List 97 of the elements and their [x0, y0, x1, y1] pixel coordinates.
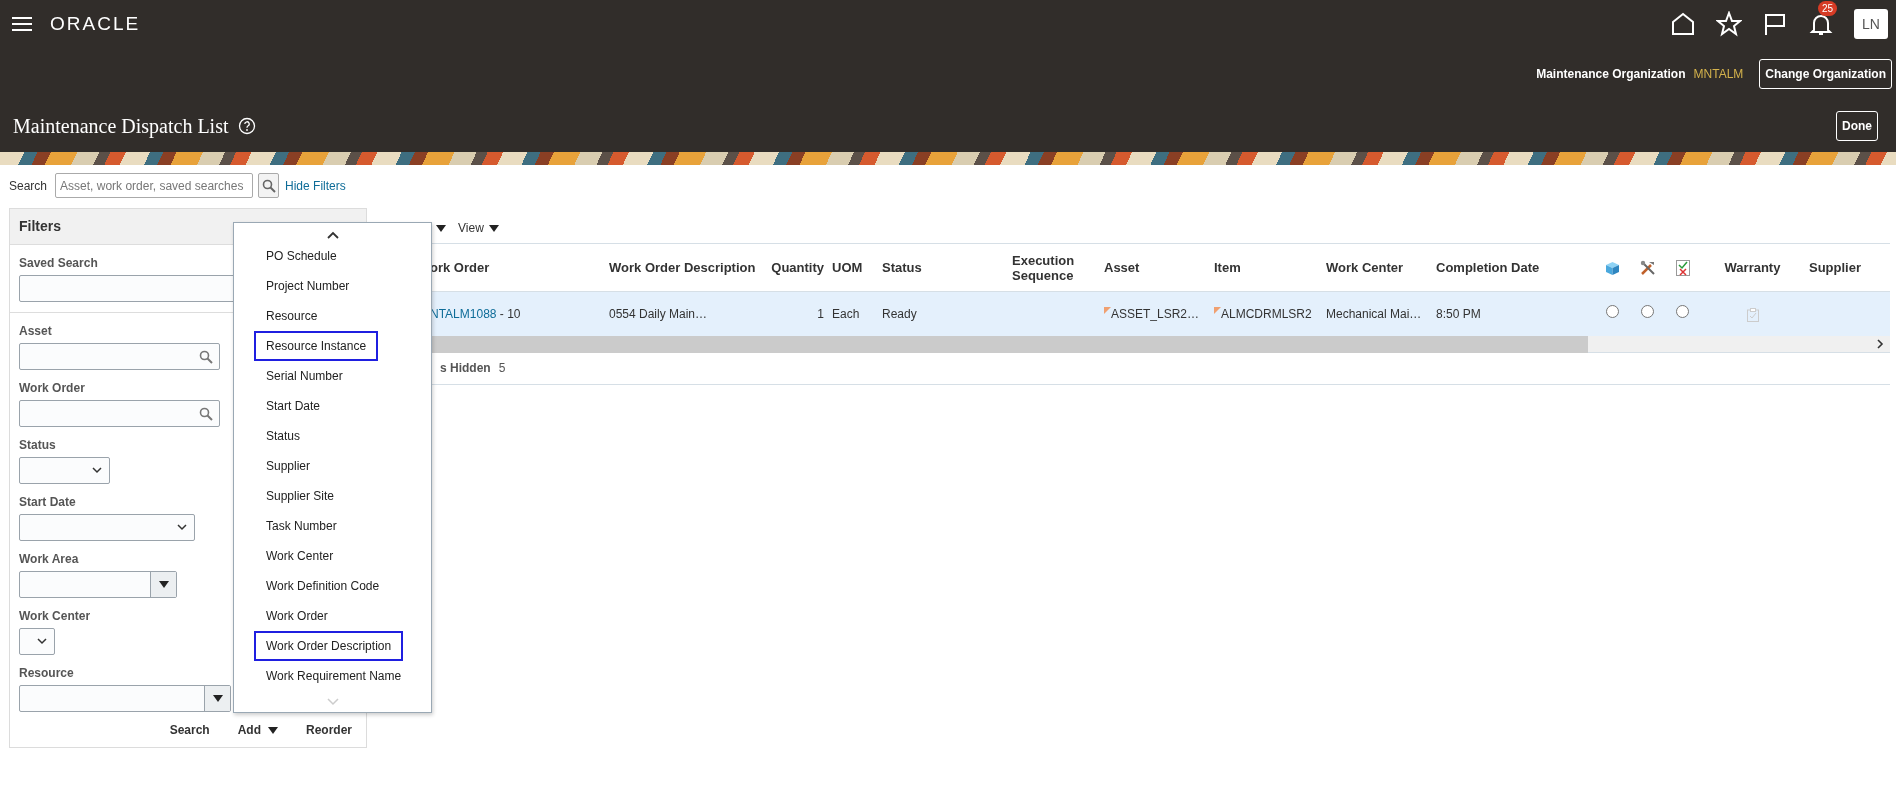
table-cell: ASSET_LSR2… — [1111, 306, 1200, 321]
cube-icon — [1605, 260, 1620, 276]
menu-item[interactable]: Work Center — [254, 541, 346, 571]
lookup-field[interactable] — [19, 400, 220, 427]
chevron-right-icon[interactable] — [1877, 338, 1884, 349]
table-cell: Ready — [882, 306, 917, 321]
column-header[interactable]: Work Order Description — [609, 260, 756, 275]
columns-hidden-count: 5 — [498, 360, 506, 377]
search-icon[interactable] — [199, 349, 213, 364]
lookup-field[interactable] — [19, 343, 220, 370]
menu-item[interactable]: Task Number — [254, 511, 349, 541]
organization-label: Maintenance Organization — [1536, 66, 1686, 83]
column-header[interactable]: Status — [882, 260, 922, 275]
search-button[interactable] — [258, 173, 280, 198]
column-header[interactable]: Asset — [1104, 260, 1140, 275]
table-row[interactable]: NTALM1088 - 10 0554 Daily Main… 1 Each Ready ASSET_LSR2… ALMCDRMLSR2 Mechanical Mai… 8:50 PM — [380, 291, 1890, 336]
work-order-link[interactable]: NTALM1088 — [430, 306, 497, 321]
column-header[interactable]: Item — [1214, 260, 1241, 275]
view-menu[interactable]: View — [458, 219, 484, 237]
column-header[interactable]: Execution Sequence — [1012, 252, 1096, 283]
notification-badge: 25 — [1818, 1, 1838, 16]
field-label: Work Order — [19, 380, 85, 397]
caret-icon[interactable] — [436, 224, 446, 232]
menu-item[interactable]: Status — [254, 421, 313, 451]
caret-icon — [212, 695, 223, 702]
logo[interactable]: ORACLE — [50, 9, 141, 39]
field-label: Start Date — [19, 494, 76, 511]
menu-item[interactable]: Start Date — [254, 391, 333, 421]
user-avatar[interactable]: LN — [1854, 9, 1888, 39]
organization-value: MNTALM — [1693, 66, 1744, 83]
table-cell: 1 — [817, 306, 824, 321]
field-label: Asset — [19, 323, 52, 340]
select-field[interactable] — [19, 514, 195, 541]
menu-icon[interactable] — [12, 16, 32, 32]
column-header[interactable]: Completion Date — [1436, 260, 1540, 275]
combo-field[interactable] — [19, 685, 231, 712]
filter-action-button[interactable]: Search — [169, 717, 210, 743]
menu-item[interactable]: Serial Number — [254, 361, 355, 391]
table-cell: ALMCDRMLSR2 — [1221, 306, 1312, 321]
table-cell: Each — [832, 306, 860, 321]
column-header[interactable]: Warranty — [1724, 260, 1781, 275]
field-label: Resource — [19, 665, 74, 682]
hide-filters-link[interactable]: Hide Filters — [285, 176, 346, 195]
dropdown-button[interactable] — [150, 572, 176, 597]
field-label: Saved Search — [19, 255, 98, 272]
flag-marker-icon — [1104, 306, 1111, 314]
help-icon[interactable] — [237, 117, 256, 135]
menu-item[interactable]: Supplier — [254, 451, 323, 481]
table-cell: 0554 Daily Main… — [609, 306, 708, 321]
menu-item[interactable]: Work Definition Code — [254, 571, 392, 601]
menu-item[interactable]: Supplier Site — [254, 481, 347, 511]
column-header[interactable]: Supplier — [1809, 260, 1861, 275]
menu-item[interactable]: Work Order Description — [254, 631, 404, 661]
field-label: Work Center — [19, 608, 91, 625]
star-icon[interactable] — [1716, 11, 1742, 37]
radio-button[interactable] — [1641, 304, 1654, 318]
column-header[interactable]: Quantity — [771, 260, 824, 275]
menu-item[interactable]: Project Number — [254, 271, 362, 301]
menu-item[interactable]: Resource — [254, 301, 330, 331]
clipboard-icon[interactable] — [1746, 307, 1759, 322]
flag-icon[interactable] — [1762, 11, 1788, 37]
done-button[interactable]: Done — [1836, 111, 1878, 141]
menu-item[interactable]: Work Order — [254, 601, 340, 631]
select-field[interactable] — [19, 628, 55, 655]
column-header[interactable]: UOM — [832, 260, 863, 275]
table-cell-text: - 10 — [498, 306, 521, 321]
radio-button[interactable] — [1676, 304, 1689, 318]
filter-action-button[interactable]: Add — [237, 717, 278, 743]
scroll-up-icon[interactable] — [327, 231, 339, 239]
flag-marker-icon — [1214, 306, 1221, 314]
select-field[interactable] — [19, 457, 110, 484]
caret-icon — [268, 726, 278, 734]
search-label: Search — [9, 177, 48, 195]
table-cell: 8:50 PM — [1436, 306, 1481, 321]
radio-button[interactable] — [1606, 304, 1619, 318]
filter-action-button[interactable]: Reorder — [306, 717, 352, 743]
dropdown-button[interactable] — [204, 686, 230, 711]
menu-item[interactable]: Resource Instance — [254, 331, 379, 361]
combo-field[interactable] — [19, 571, 177, 598]
columns-hidden-label: s Hidden — [440, 360, 491, 377]
column-header[interactable]: Work Center — [1326, 260, 1404, 275]
field-label: Work Area — [19, 551, 79, 568]
chevron-down-icon — [177, 524, 187, 531]
chevron-down-icon — [37, 638, 47, 645]
page-title: Maintenance Dispatch List — [13, 114, 229, 140]
search-icon[interactable] — [199, 406, 213, 421]
caret-icon — [158, 581, 169, 588]
home-icon[interactable] — [1670, 11, 1696, 37]
caret-icon[interactable] — [488, 224, 499, 232]
checklist-icon — [1675, 259, 1690, 276]
tools-icon — [1639, 259, 1656, 276]
menu-item[interactable]: Work Requirement Name — [254, 661, 414, 691]
change-organization-button[interactable]: Change Organization — [1759, 59, 1892, 89]
search-field[interactable]: Asset, work order, saved searches — [55, 173, 254, 198]
field-label: Status — [19, 437, 56, 454]
table-cell: Mechanical Mai… — [1326, 306, 1422, 321]
chevron-down-icon — [92, 467, 102, 474]
